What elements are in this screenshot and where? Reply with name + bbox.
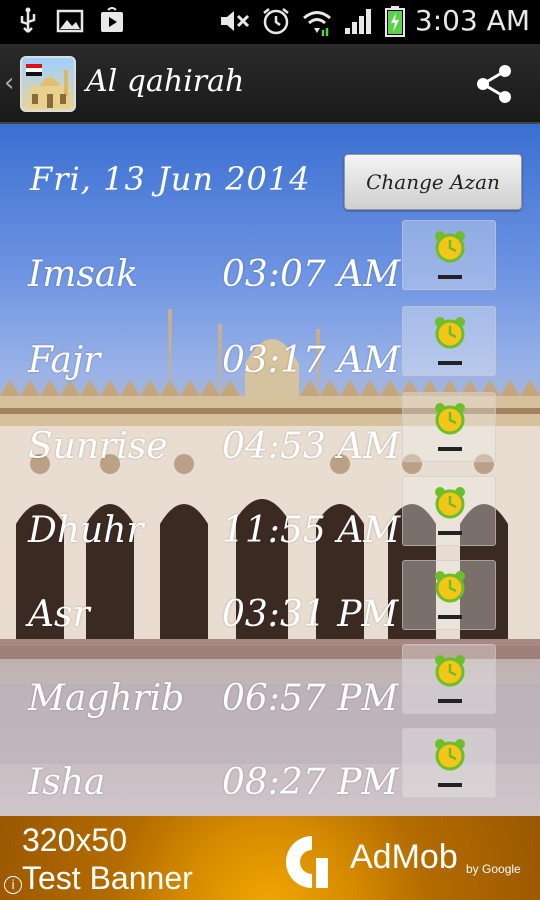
prayer-time-imsak: 03:07 AM <box>222 254 401 295</box>
battery-icon <box>384 5 405 37</box>
prayer-time-fajr: 03:17 AM <box>222 340 401 381</box>
status-bar: 3:03 AM <box>0 0 540 44</box>
prayer-time-isha: 08:27 PM <box>222 762 399 803</box>
alarm-clock-icon <box>435 231 465 263</box>
prayer-name-isha: Isha <box>28 762 106 803</box>
alarm-indicator <box>438 447 462 451</box>
prayer-name-maghrib: Maghrib <box>28 678 185 719</box>
prayer-time-sunrise: 04:53 AM <box>222 426 401 467</box>
ad-size-label: 320x50 <box>22 822 127 858</box>
admob-brand: AdMob <box>350 838 458 876</box>
ad-banner[interactable]: 320x50 Test Banner AdMob by Google i <box>0 816 540 900</box>
alarm-indicator <box>438 699 462 703</box>
prayer-name-asr: Asr <box>28 594 90 635</box>
alarm-clock-icon <box>435 571 465 603</box>
mosque-logo-icon <box>26 64 70 108</box>
alarm-indicator <box>438 615 462 619</box>
admob-logo-icon <box>286 836 328 888</box>
prayer-time-asr: 03:31 PM <box>222 594 399 635</box>
alarm-icon <box>263 7 289 34</box>
ad-info-icon[interactable]: i <box>4 876 22 894</box>
alarm-indicator <box>438 783 462 787</box>
alarm-clock-icon <box>435 487 465 519</box>
prayer-name-imsak: Imsak <box>28 254 139 295</box>
alarm-indicator <box>438 531 462 535</box>
alarm-clock-icon <box>435 655 465 687</box>
ad-test-label: Test Banner <box>22 860 193 896</box>
play-store-icon <box>101 7 123 32</box>
usb-icon <box>20 7 36 33</box>
alarm-indicator <box>438 361 462 365</box>
action-bar: ‹ Al qahirah <box>0 44 540 124</box>
alarm-indicator <box>438 275 462 279</box>
alarm-clock-icon <box>435 739 465 771</box>
prayer-time-dhuhr: 11:55 AM <box>222 510 401 551</box>
alarm-toggle-isha[interactable] <box>402 728 496 798</box>
alarm-toggle-maghrib[interactable] <box>402 644 496 714</box>
status-time: 3:03 AM <box>414 4 530 37</box>
admob-by-google: by Google <box>466 862 521 876</box>
alarm-clock-icon <box>435 317 465 349</box>
alarm-toggle-asr[interactable] <box>402 560 496 630</box>
share-icon[interactable] <box>472 62 516 106</box>
page-title: Al qahirah <box>86 64 245 99</box>
alarm-toggle-imsak[interactable] <box>402 220 496 290</box>
app-logo[interactable] <box>20 56 76 112</box>
image-icon <box>56 9 84 33</box>
prayer-name-dhuhr: Dhuhr <box>28 510 144 551</box>
signal-icon <box>344 8 371 34</box>
prayer-times-panel: Fri, 13 Jun 2014 Change Azan Imsak 03:07… <box>0 124 540 816</box>
back-chevron-icon[interactable]: ‹ <box>4 68 14 98</box>
wifi-icon <box>302 10 331 36</box>
date-label: Fri, 13 Jun 2014 <box>30 160 311 198</box>
prayer-time-maghrib: 06:57 PM <box>222 678 399 719</box>
alarm-toggle-fajr[interactable] <box>402 306 496 376</box>
prayer-name-sunrise: Sunrise <box>28 426 168 467</box>
prayer-name-fajr: Fajr <box>28 340 101 381</box>
alarm-toggle-dhuhr[interactable] <box>402 476 496 546</box>
mute-icon <box>220 10 249 31</box>
alarm-clock-icon <box>435 403 465 435</box>
change-azan-button[interactable]: Change Azan <box>344 154 522 210</box>
alarm-toggle-sunrise[interactable] <box>402 392 496 462</box>
